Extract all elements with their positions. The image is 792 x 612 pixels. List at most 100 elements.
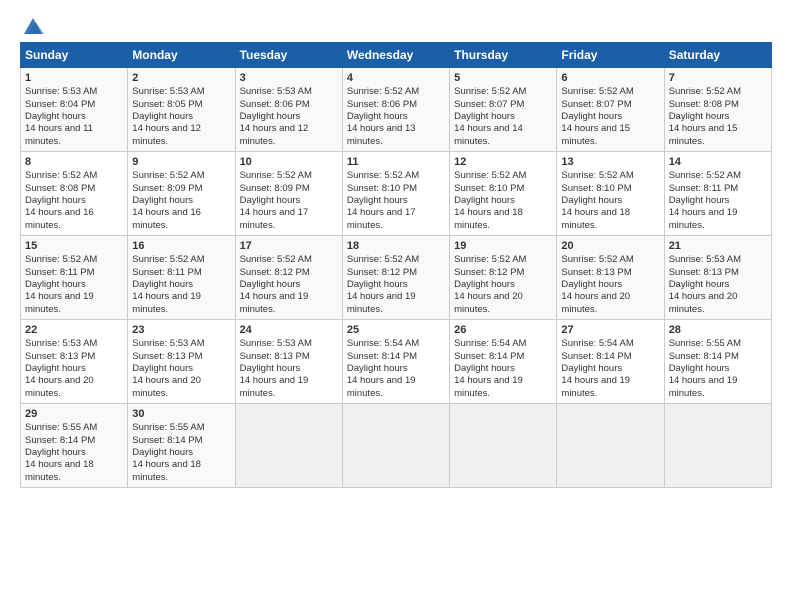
day-number: 8 — [25, 155, 123, 169]
daylight-label: Daylight hours — [132, 447, 193, 458]
calendar-cell — [342, 404, 449, 488]
calendar-cell: 27 Sunrise: 5:54 AM Sunset: 8:14 PM Dayl… — [557, 320, 664, 404]
daylight-hours: 14 hours and 16 minutes. — [132, 207, 201, 230]
daylight-hours: 14 hours and 20 minutes. — [669, 291, 738, 314]
sunrise-label: Sunrise: 5:52 AM — [25, 254, 97, 265]
sunrise-label: Sunrise: 5:52 AM — [561, 254, 633, 265]
sunset-label: Sunset: 8:13 PM — [669, 267, 739, 278]
sunrise-label: Sunrise: 5:52 AM — [454, 86, 526, 97]
daylight-hours: 14 hours and 19 minutes. — [561, 375, 630, 398]
daylight-hours: 14 hours and 18 minutes. — [25, 459, 94, 482]
day-number: 16 — [132, 239, 230, 253]
header — [20, 16, 772, 34]
sunset-label: Sunset: 8:13 PM — [25, 351, 95, 362]
day-number: 2 — [132, 71, 230, 85]
sunrise-label: Sunrise: 5:54 AM — [347, 338, 419, 349]
calendar-cell: 18 Sunrise: 5:52 AM Sunset: 8:12 PM Dayl… — [342, 236, 449, 320]
daylight-label: Daylight hours — [454, 195, 515, 206]
sunrise-label: Sunrise: 5:52 AM — [561, 170, 633, 181]
daylight-label: Daylight hours — [25, 447, 86, 458]
day-number: 11 — [347, 155, 445, 169]
daylight-hours: 14 hours and 18 minutes. — [561, 207, 630, 230]
sunset-label: Sunset: 8:10 PM — [347, 183, 417, 194]
sunset-label: Sunset: 8:08 PM — [669, 99, 739, 110]
calendar-cell: 11 Sunrise: 5:52 AM Sunset: 8:10 PM Dayl… — [342, 152, 449, 236]
daylight-label: Daylight hours — [454, 111, 515, 122]
daylight-hours: 14 hours and 17 minutes. — [240, 207, 309, 230]
daylight-label: Daylight hours — [347, 195, 408, 206]
daylight-hours: 14 hours and 17 minutes. — [347, 207, 416, 230]
sunset-label: Sunset: 8:12 PM — [347, 267, 417, 278]
daylight-label: Daylight hours — [240, 363, 301, 374]
sunrise-label: Sunrise: 5:52 AM — [669, 170, 741, 181]
daylight-label: Daylight hours — [240, 279, 301, 290]
calendar-week-row: 15 Sunrise: 5:52 AM Sunset: 8:11 PM Dayl… — [21, 236, 772, 320]
sunrise-label: Sunrise: 5:53 AM — [132, 86, 204, 97]
daylight-hours: 14 hours and 19 minutes. — [347, 375, 416, 398]
daylight-hours: 14 hours and 12 minutes. — [240, 123, 309, 146]
sunset-label: Sunset: 8:09 PM — [240, 183, 310, 194]
sunset-label: Sunset: 8:14 PM — [132, 435, 202, 446]
calendar-cell: 2 Sunrise: 5:53 AM Sunset: 8:05 PM Dayli… — [128, 68, 235, 152]
daylight-label: Daylight hours — [25, 195, 86, 206]
daylight-hours: 14 hours and 19 minutes. — [240, 375, 309, 398]
calendar-cell: 19 Sunrise: 5:52 AM Sunset: 8:12 PM Dayl… — [450, 236, 557, 320]
logo — [20, 16, 44, 34]
calendar-cell: 12 Sunrise: 5:52 AM Sunset: 8:10 PM Dayl… — [450, 152, 557, 236]
calendar-week-row: 29 Sunrise: 5:55 AM Sunset: 8:14 PM Dayl… — [21, 404, 772, 488]
sunrise-label: Sunrise: 5:52 AM — [240, 254, 312, 265]
sunset-label: Sunset: 8:14 PM — [25, 435, 95, 446]
day-number: 5 — [454, 71, 552, 85]
calendar-cell: 30 Sunrise: 5:55 AM Sunset: 8:14 PM Dayl… — [128, 404, 235, 488]
calendar-week-row: 8 Sunrise: 5:52 AM Sunset: 8:08 PM Dayli… — [21, 152, 772, 236]
day-number: 13 — [561, 155, 659, 169]
sunrise-label: Sunrise: 5:52 AM — [347, 86, 419, 97]
sunset-label: Sunset: 8:11 PM — [669, 183, 739, 194]
calendar-cell: 25 Sunrise: 5:54 AM Sunset: 8:14 PM Dayl… — [342, 320, 449, 404]
calendar-cell: 1 Sunrise: 5:53 AM Sunset: 8:04 PM Dayli… — [21, 68, 128, 152]
daylight-label: Daylight hours — [669, 195, 730, 206]
sunrise-label: Sunrise: 5:55 AM — [132, 422, 204, 433]
day-header-friday: Friday — [557, 43, 664, 68]
sunset-label: Sunset: 8:05 PM — [132, 99, 202, 110]
calendar-cell: 8 Sunrise: 5:52 AM Sunset: 8:08 PM Dayli… — [21, 152, 128, 236]
daylight-hours: 14 hours and 19 minutes. — [669, 375, 738, 398]
sunset-label: Sunset: 8:11 PM — [25, 267, 95, 278]
daylight-hours: 14 hours and 15 minutes. — [561, 123, 630, 146]
sunset-label: Sunset: 8:13 PM — [132, 351, 202, 362]
day-number: 3 — [240, 71, 338, 85]
daylight-label: Daylight hours — [132, 363, 193, 374]
daylight-label: Daylight hours — [25, 363, 86, 374]
calendar-header-row: SundayMondayTuesdayWednesdayThursdayFrid… — [21, 43, 772, 68]
sunset-label: Sunset: 8:12 PM — [240, 267, 310, 278]
sunrise-label: Sunrise: 5:53 AM — [240, 338, 312, 349]
daylight-hours: 14 hours and 18 minutes. — [132, 459, 201, 482]
sunrise-label: Sunrise: 5:52 AM — [347, 170, 419, 181]
day-number: 1 — [25, 71, 123, 85]
day-number: 4 — [347, 71, 445, 85]
calendar-cell: 13 Sunrise: 5:52 AM Sunset: 8:10 PM Dayl… — [557, 152, 664, 236]
daylight-hours: 14 hours and 19 minutes. — [347, 291, 416, 314]
sunset-label: Sunset: 8:04 PM — [25, 99, 95, 110]
day-header-tuesday: Tuesday — [235, 43, 342, 68]
day-number: 25 — [347, 323, 445, 337]
day-header-monday: Monday — [128, 43, 235, 68]
daylight-label: Daylight hours — [132, 195, 193, 206]
calendar-cell — [235, 404, 342, 488]
sunrise-label: Sunrise: 5:53 AM — [240, 86, 312, 97]
day-header-saturday: Saturday — [664, 43, 771, 68]
day-number: 9 — [132, 155, 230, 169]
sunrise-label: Sunrise: 5:52 AM — [240, 170, 312, 181]
daylight-hours: 14 hours and 20 minutes. — [132, 375, 201, 398]
daylight-hours: 14 hours and 13 minutes. — [347, 123, 416, 146]
calendar-cell: 5 Sunrise: 5:52 AM Sunset: 8:07 PM Dayli… — [450, 68, 557, 152]
calendar-cell: 22 Sunrise: 5:53 AM Sunset: 8:13 PM Dayl… — [21, 320, 128, 404]
sunrise-label: Sunrise: 5:54 AM — [561, 338, 633, 349]
calendar-cell — [450, 404, 557, 488]
day-number: 6 — [561, 71, 659, 85]
daylight-hours: 14 hours and 12 minutes. — [132, 123, 201, 146]
daylight-label: Daylight hours — [132, 279, 193, 290]
daylight-label: Daylight hours — [561, 111, 622, 122]
daylight-hours: 14 hours and 16 minutes. — [25, 207, 94, 230]
day-header-thursday: Thursday — [450, 43, 557, 68]
